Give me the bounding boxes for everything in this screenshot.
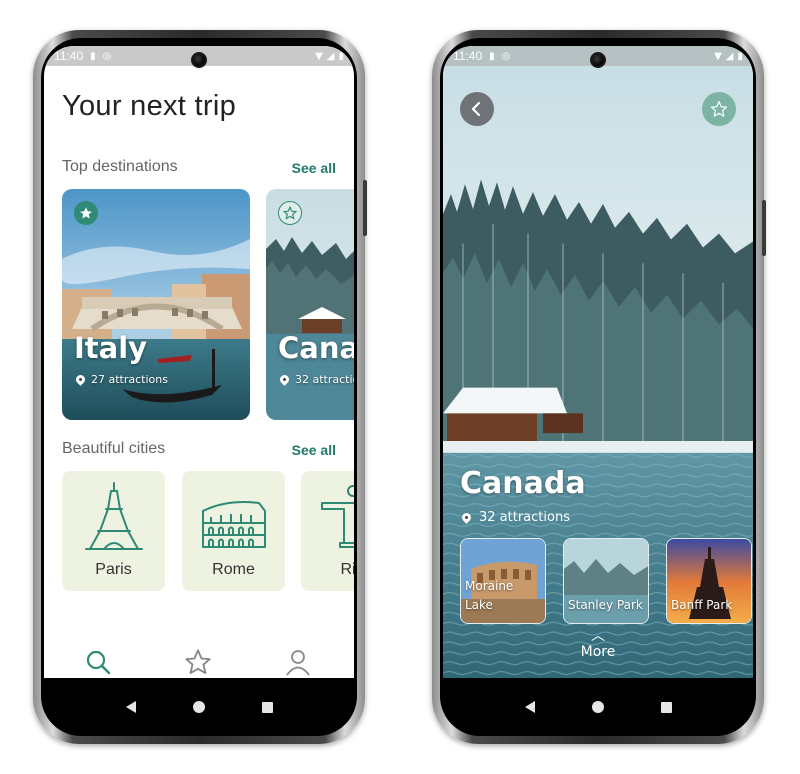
recents-nav-icon[interactable] — [660, 701, 672, 713]
eiffel-tower-icon — [84, 482, 143, 550]
destination-name: Canada — [278, 331, 354, 365]
location-pin-icon — [278, 373, 291, 386]
city-card-paris[interactable]: Paris — [62, 471, 165, 591]
status-time: 11:40 — [54, 49, 84, 63]
back-button[interactable] — [460, 92, 494, 126]
battery-icon: ▮ — [737, 50, 743, 62]
more-button[interactable]: ︿ More — [443, 628, 753, 660]
star-outline-icon — [710, 100, 728, 117]
home-screen: 11:40 ▮ ◎ ▼ ◢ ▮ Your next trip Top desti… — [44, 46, 354, 678]
destination-card-canada[interactable]: Canada 32 attractions — [266, 189, 354, 420]
favorite-button[interactable] — [702, 92, 736, 126]
page-title: Your next trip — [62, 90, 237, 122]
search-icon[interactable] — [78, 642, 118, 678]
destination-attractions: 32 attractions — [278, 373, 354, 386]
attraction-name: Banff Park — [671, 598, 733, 612]
city-name: Paris — [95, 561, 132, 578]
christ-redeemer-icon — [320, 485, 354, 548]
see-all-destinations-link[interactable]: See all — [292, 160, 336, 176]
detail-screen: 11:40 ▮ ◎ ▼ ◢ ▮ Canada 32 attractions Mo… — [443, 46, 753, 678]
attraction-card-moraine-lake[interactable]: Moraine Lake — [460, 538, 546, 624]
location-pin-icon — [460, 511, 473, 524]
colosseum-icon — [201, 501, 266, 548]
see-all-cities-link[interactable]: See all — [292, 442, 336, 458]
attraction-name: Moraine Lake — [465, 579, 514, 612]
city-name: Rio — [340, 561, 354, 578]
signal-icon: ◢ — [326, 50, 335, 62]
destination-name: Italy — [74, 331, 148, 365]
sd-card-icon: ▮ — [489, 50, 495, 62]
bottom-tab-bar — [44, 642, 354, 678]
wifi-icon: ▼ — [714, 50, 722, 62]
status-time: 11:40 — [453, 49, 483, 63]
sd-card-icon: ▮ — [90, 50, 96, 62]
phone-left: 11:40 ▮ ◎ ▼ ◢ ▮ Your next trip Top desti… — [33, 30, 367, 744]
front-camera — [590, 52, 606, 68]
home-nav-icon[interactable] — [192, 701, 205, 713]
front-camera — [191, 52, 207, 68]
battery-icon: ▮ — [338, 50, 344, 62]
more-label: More — [580, 644, 616, 660]
top-destinations-label: Top destinations — [62, 158, 178, 175]
android-nav-bar — [440, 678, 756, 736]
destination-attractions: 27 attractions — [74, 373, 168, 386]
back-nav-icon[interactable] — [125, 701, 136, 713]
phone-right: 11:40 ▮ ◎ ▼ ◢ ▮ Canada 32 attractions Mo… — [432, 30, 766, 744]
wifi-icon: ▼ — [315, 50, 323, 62]
attractions-count: 32 attractions — [479, 510, 570, 525]
android-nav-bar — [41, 678, 357, 736]
sync-icon: ◎ — [102, 50, 112, 62]
attractions-count: 32 attractions — [295, 373, 354, 386]
attraction-card-banff-park[interactable]: Banff Park — [666, 538, 752, 624]
destination-card-italy[interactable]: Italy 27 attractions — [62, 189, 250, 420]
location-pin-icon — [74, 373, 87, 386]
city-card-rome[interactable]: Rome — [182, 471, 285, 591]
sync-icon: ◎ — [501, 50, 511, 62]
city-name: Rome — [212, 561, 255, 578]
destination-title: Canada — [460, 466, 586, 501]
attraction-card-stanley-park[interactable]: Stanley Park — [563, 538, 649, 624]
phone-left-body: 11:40 ▮ ◎ ▼ ◢ ▮ Your next trip Top desti… — [41, 38, 357, 736]
home-nav-icon[interactable] — [591, 701, 604, 713]
recents-nav-icon[interactable] — [261, 701, 273, 713]
profile-icon[interactable] — [278, 642, 318, 678]
city-card-rio[interactable]: Rio — [301, 471, 354, 591]
attractions-count: 27 attractions — [91, 373, 168, 386]
chevron-up-icon: ︿ — [591, 628, 605, 644]
chevron-left-icon — [471, 101, 481, 117]
back-nav-icon[interactable] — [524, 701, 535, 713]
beautiful-cities-label: Beautiful cities — [62, 440, 166, 457]
destination-attractions: 32 attractions — [460, 510, 570, 525]
favorite-star-icon[interactable] — [74, 201, 98, 225]
favorite-star-outline-icon[interactable] — [278, 201, 302, 225]
attraction-name: Stanley Park — [568, 598, 643, 612]
star-icon[interactable] — [178, 642, 218, 678]
signal-icon: ◢ — [725, 50, 734, 62]
phone-right-body: 11:40 ▮ ◎ ▼ ◢ ▮ Canada 32 attractions Mo… — [440, 38, 756, 736]
